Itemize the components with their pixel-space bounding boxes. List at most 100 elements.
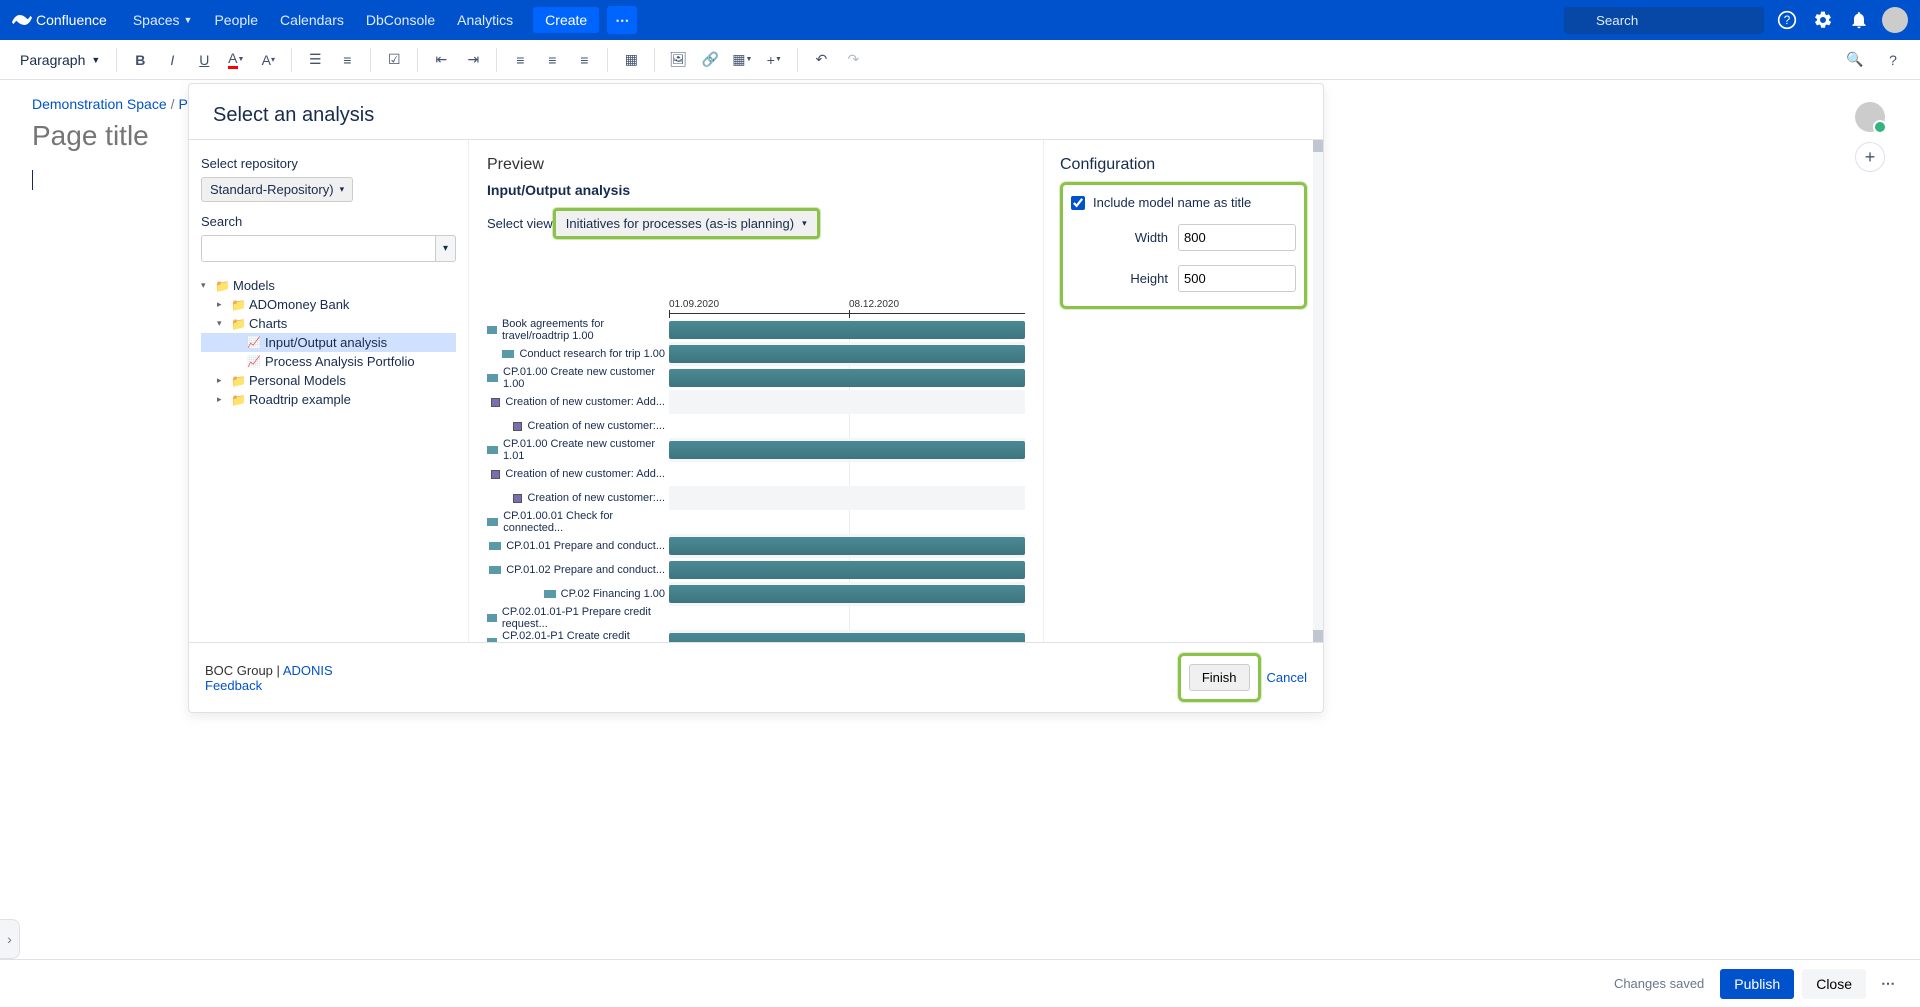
tree-search-input[interactable] (201, 235, 436, 262)
product-logo[interactable]: Confluence (12, 10, 107, 30)
config-box: Include model name as title Width Height (1060, 182, 1307, 309)
nav-item-spaces[interactable]: Spaces ▼ (123, 6, 203, 34)
user-avatar[interactable] (1882, 7, 1908, 33)
gantt-date-start: 01.09.2020 (669, 299, 719, 310)
editor-cursor (32, 170, 33, 190)
close-button[interactable]: Close (1802, 969, 1866, 999)
insert-button[interactable]: +▼ (759, 45, 789, 75)
italic-button[interactable]: I (157, 45, 187, 75)
gantt-row-label: Creation of new customer:... (527, 492, 665, 504)
gantt-date-marker: 08.12.2020 (849, 299, 899, 310)
link-button[interactable]: 🔗 (695, 45, 725, 75)
layout-button[interactable]: ▦ (616, 45, 646, 75)
task-list-button[interactable]: ☑ (379, 45, 409, 75)
modal-scrollbar[interactable] (1313, 140, 1323, 642)
editor-toolbar: Paragraph ▼ B I U A ▼ A▾ ☰ ≡ ☑ ⇤ ⇥ ≡ ≡ ≡… (0, 40, 1920, 80)
table-button[interactable]: ▦▼ (727, 45, 757, 75)
align-left-button[interactable]: ≡ (505, 45, 535, 75)
nav-items: Spaces ▼ People Calendars DbConsole Anal… (123, 6, 1564, 34)
tree-node-process-portfolio[interactable]: 📈Process Analysis Portfolio (201, 352, 456, 371)
create-button[interactable]: Create (533, 7, 599, 33)
undo-button[interactable]: ↶ (806, 45, 836, 75)
feedback-link[interactable]: Feedback (205, 678, 262, 693)
bold-button[interactable]: B (125, 45, 155, 75)
gantt-row: CP.01.00 Create new customer 1.01 (487, 438, 1025, 462)
select-view-label: Select view (487, 216, 553, 231)
confluence-icon (12, 10, 32, 30)
find-button[interactable]: 🔍 (1840, 45, 1870, 75)
separator (607, 48, 608, 72)
underline-button[interactable]: U (189, 45, 219, 75)
expand-sidebar-tab[interactable]: › (0, 919, 20, 959)
align-right-button[interactable]: ≡ (569, 45, 599, 75)
process-icon (487, 638, 497, 642)
more-format-button[interactable]: A▾ (253, 45, 283, 75)
select-view-dropdown[interactable]: Initiatives for processes (as-is plannin… (553, 208, 820, 239)
gantt-row-label: Conduct research for trip 1.00 (519, 348, 665, 360)
separator (797, 48, 798, 72)
gantt-row-label: CP.02.01.01-P1 Prepare credit request... (502, 606, 665, 630)
modal-center-panel: Preview Input/Output analysis Select vie… (469, 140, 1043, 642)
redo-button[interactable]: ↷ (838, 45, 868, 75)
toolbar-help-button[interactable]: ? (1878, 45, 1908, 75)
process-icon (487, 614, 497, 622)
separator (116, 48, 117, 72)
nav-item-dbconsole[interactable]: DbConsole (356, 6, 445, 34)
nav-item-analytics[interactable]: Analytics (447, 6, 523, 34)
gantt-row-label: CP.01.02 Prepare and conduct... (506, 564, 665, 576)
finish-button[interactable]: Finish (1189, 664, 1250, 691)
nav-item-people[interactable]: People (204, 6, 268, 34)
tree-node-roadtrip[interactable]: ▸📁Roadtrip example (201, 390, 456, 409)
gantt-bar (669, 633, 1025, 642)
tree-node-io-analysis[interactable]: 📈Input/Output analysis (201, 333, 456, 352)
product-link[interactable]: ADONIS (283, 663, 333, 678)
settings-icon[interactable] (1810, 7, 1836, 33)
indent-button[interactable]: ⇥ (458, 45, 488, 75)
width-input[interactable] (1178, 224, 1296, 251)
tree-search-dropdown[interactable]: ▾ (436, 235, 456, 262)
toolbar-right: 🔍 ? (1840, 45, 1908, 75)
repo-select[interactable]: Standard-Repository) ▾ (201, 177, 353, 202)
paragraph-style-dropdown[interactable]: Paragraph ▼ (12, 48, 108, 72)
text-color-button[interactable]: A ▼ (221, 45, 251, 75)
initiative-icon (513, 494, 522, 503)
expand-icon: ▸ (217, 394, 227, 405)
gantt-row-label: Book agreements for travel/roadtrip 1.00 (502, 318, 665, 342)
cancel-link[interactable]: Cancel (1267, 670, 1307, 685)
width-row: Width (1071, 224, 1296, 251)
height-input[interactable] (1178, 265, 1296, 292)
tree-node-models[interactable]: ▾📁Models (201, 276, 456, 295)
bullet-list-button[interactable]: ☰ (300, 45, 330, 75)
publish-button[interactable]: Publish (1720, 969, 1794, 999)
nav-more-button[interactable]: ⋯ (607, 6, 637, 34)
more-actions-button[interactable]: ⋯ (1872, 968, 1904, 1000)
gantt-row: CP.01.00.01 Check for connected... (487, 510, 1025, 534)
gantt-row: CP.01.02 Prepare and conduct... (487, 558, 1025, 582)
add-participant-button[interactable]: + (1855, 142, 1885, 172)
breadcrumb-space[interactable]: Demonstration Space (32, 96, 167, 112)
folder-icon: 📁 (231, 298, 245, 312)
nav-right: ? (1564, 7, 1908, 34)
align-center-button[interactable]: ≡ (537, 45, 567, 75)
svg-text:?: ? (1784, 14, 1791, 27)
include-title-row: Include model name as title (1071, 195, 1296, 210)
gantt-bar (669, 585, 1025, 603)
global-search-input[interactable] (1564, 7, 1764, 34)
notifications-icon[interactable] (1846, 7, 1872, 33)
tree-node-charts[interactable]: ▾📁Charts (201, 314, 456, 333)
gantt-row: Creation of new customer: Add... (487, 462, 1025, 486)
gantt-row-label: CP.02 Financing 1.00 (561, 588, 665, 600)
process-icon (487, 518, 498, 526)
tree-node-personal[interactable]: ▸📁Personal Models (201, 371, 456, 390)
folder-icon: 📁 (215, 279, 229, 293)
modal-body: Select repository Standard-Repository) ▾… (189, 140, 1323, 642)
outdent-button[interactable]: ⇤ (426, 45, 456, 75)
nav-item-calendars[interactable]: Calendars (270, 6, 354, 34)
folder-icon: 📁 (231, 374, 245, 388)
include-title-checkbox[interactable] (1071, 196, 1085, 210)
numbered-list-button[interactable]: ≡ (332, 45, 362, 75)
tree-node-adomoney[interactable]: ▸📁ADOmoney Bank (201, 295, 456, 314)
help-icon[interactable]: ? (1774, 7, 1800, 33)
editor-avatar[interactable] (1855, 102, 1885, 132)
image-button[interactable]: 🖼 (663, 45, 693, 75)
